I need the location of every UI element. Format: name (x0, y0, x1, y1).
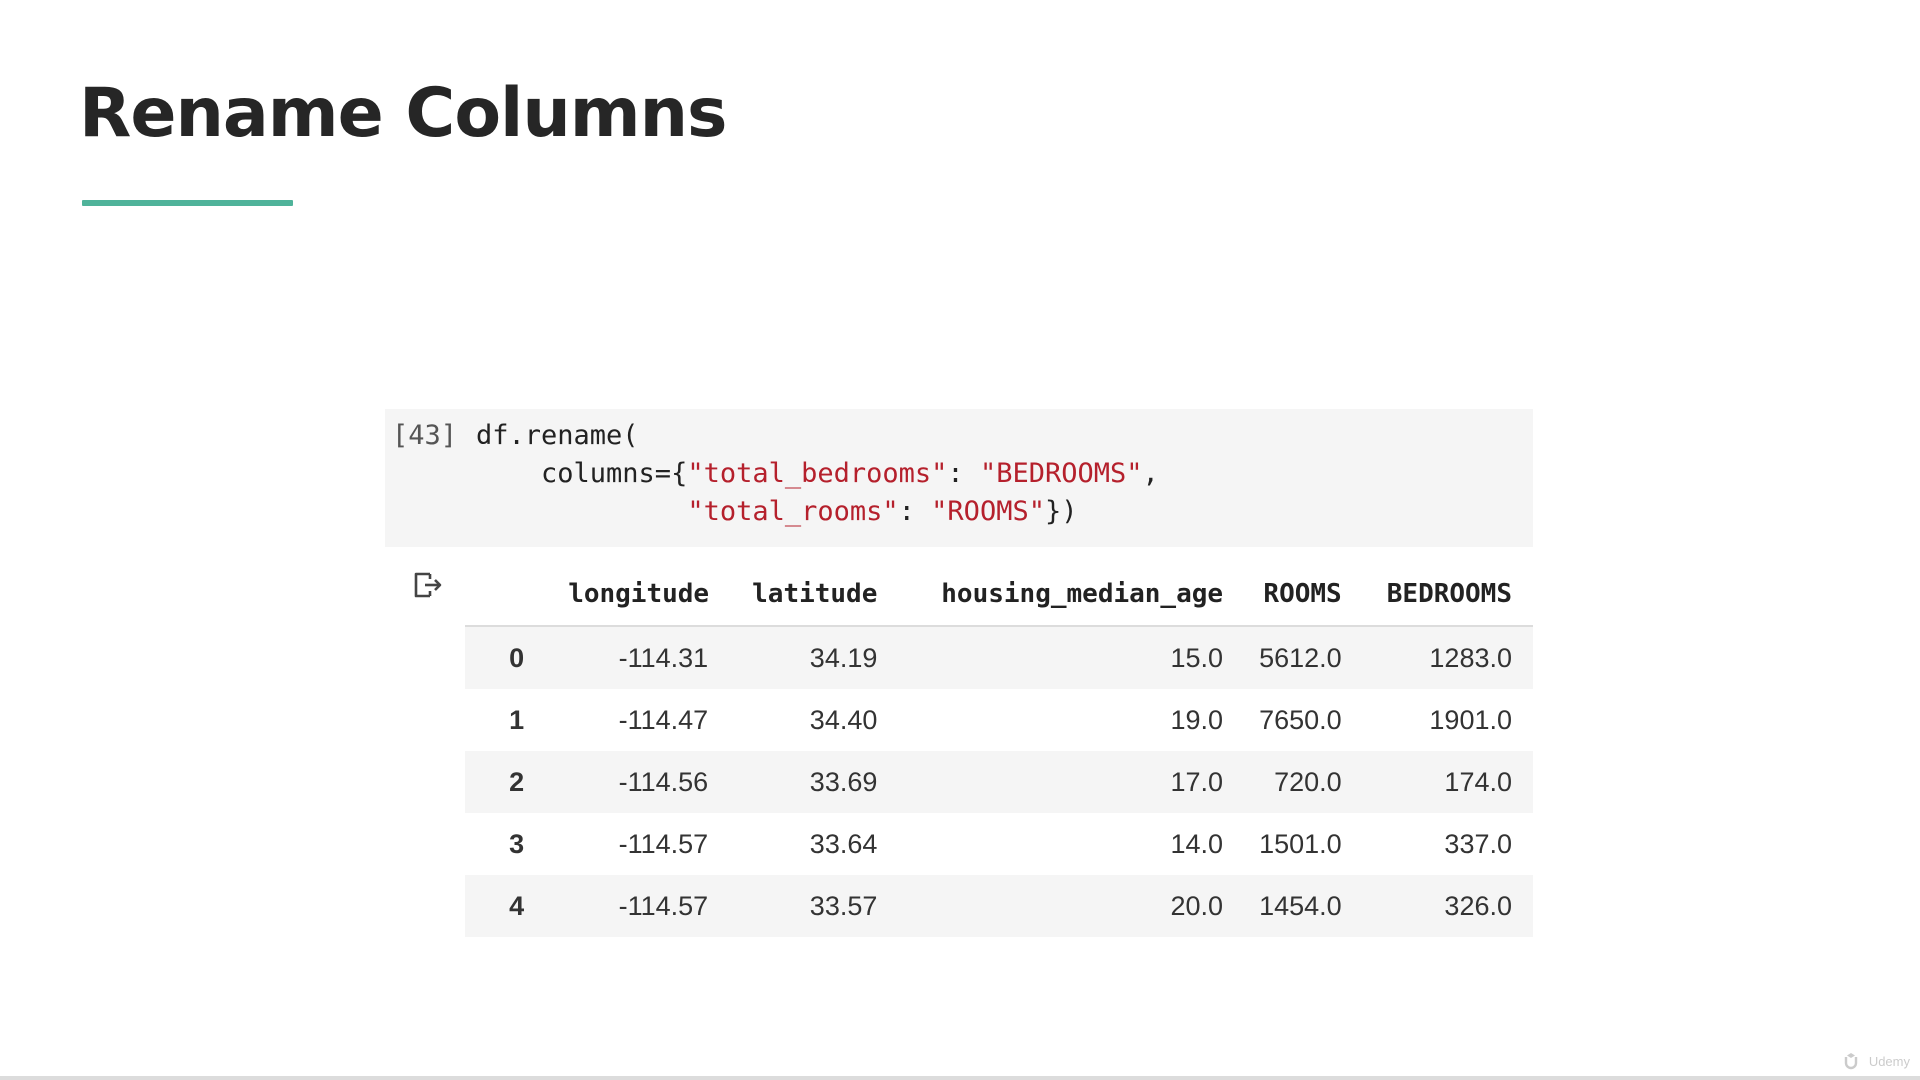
slide-title: Rename Columns (79, 74, 728, 153)
table-header-row: longitude latitude housing_median_age ROOMS… (465, 563, 1533, 627)
code-string-token: "ROOMS" (931, 496, 1045, 527)
table-cell: -114.57 (618, 828, 709, 859)
table-cell: 174.0 (1444, 766, 1512, 797)
table-cell: 326.0 (1444, 890, 1512, 921)
table-row: 2 -114.56 33.69 17.0 720.0 174.0 (465, 751, 1533, 813)
table-cell: 33.64 (809, 828, 878, 859)
table-cell: 33.57 (809, 890, 878, 921)
code-string-token: "total_bedrooms" (687, 458, 948, 489)
code-token: columns={ (476, 458, 688, 489)
table-cell: -114.57 (618, 890, 709, 921)
watermark-text: Udemy (1868, 1053, 1910, 1069)
code-string-token: "BEDROOMS" (979, 458, 1143, 489)
table-cell: 1501.0 (1259, 828, 1342, 859)
table-row: 4 -114.57 33.57 20.0 1454.0 326.0 (465, 875, 1533, 937)
table-row: 0 -114.31 34.19 15.0 5612.0 1283.0 (465, 626, 1533, 689)
execution-count: [43] (392, 420, 458, 451)
udemy-logo-icon (1844, 1053, 1858, 1070)
table-cell: 7650.0 (1259, 704, 1342, 735)
code-token: : (947, 458, 980, 489)
column-header-bedrooms: BEDROOMS (1362, 563, 1533, 627)
row-index-cell: 1 (509, 704, 525, 735)
column-header-longitude: longitude (568, 563, 730, 627)
column-header-latitude: latitude (729, 563, 899, 627)
output-redirect-icon[interactable] (410, 568, 444, 602)
column-header-rooms: ROOMS (1244, 563, 1363, 627)
table-cell: 5612.0 (1259, 642, 1342, 673)
table-cell: -114.31 (618, 642, 709, 673)
code-token: , (1142, 458, 1159, 489)
code-line: df.rename( (476, 417, 1159, 455)
code-line: columns={"total_bedrooms": "BEDROOMS", (476, 455, 1159, 493)
index-header-cell (465, 563, 569, 627)
table-cell: 14.0 (1170, 828, 1224, 859)
table-cell: 19.0 (1170, 704, 1224, 735)
table-cell: -114.47 (618, 704, 709, 735)
code-line: "total_rooms": "ROOMS"}) (476, 493, 1159, 531)
code-cell[interactable]: [43] df.rename( columns={"total_bedrooms… (385, 409, 1533, 547)
row-index-cell: 3 (509, 828, 525, 859)
bottom-progress-bar (0, 1076, 1920, 1080)
dataframe-output-table: longitude latitude housing_median_age ROOMS… (465, 563, 1533, 937)
row-index-cell: 4 (509, 890, 525, 921)
table-cell: 1901.0 (1429, 704, 1512, 735)
table-cell: 1283.0 (1429, 642, 1512, 673)
code-source[interactable]: df.rename( columns={"total_bedrooms": "B… (476, 417, 1159, 531)
code-token: }) (1044, 496, 1078, 527)
row-index-cell: 2 (509, 766, 525, 797)
table-cell: 15.0 (1170, 642, 1224, 673)
table-cell: 34.19 (809, 642, 878, 673)
table-row: 3 -114.57 33.64 14.0 1501.0 337.0 (465, 813, 1533, 875)
column-header-housing-median-age: housing_median_age (898, 563, 1245, 627)
code-string-token: "total_rooms" (687, 496, 899, 527)
table-cell: 20.0 (1170, 890, 1224, 921)
table-cell: 337.0 (1444, 828, 1512, 859)
table-cell: 720.0 (1274, 766, 1342, 797)
table-cell: 17.0 (1170, 766, 1224, 797)
table-row: 1 -114.47 34.40 19.0 7650.0 1901.0 (465, 689, 1533, 751)
watermark: Udemy (1843, 1052, 1910, 1070)
title-underline (82, 200, 293, 206)
code-token: : (898, 496, 932, 527)
table-cell: 1454.0 (1259, 890, 1342, 921)
row-index-cell: 0 (509, 642, 525, 673)
code-token: df.rename( (476, 420, 639, 451)
table-cell: 33.69 (809, 766, 878, 797)
table-cell: 34.40 (809, 704, 878, 735)
table-cell: -114.56 (618, 766, 709, 797)
